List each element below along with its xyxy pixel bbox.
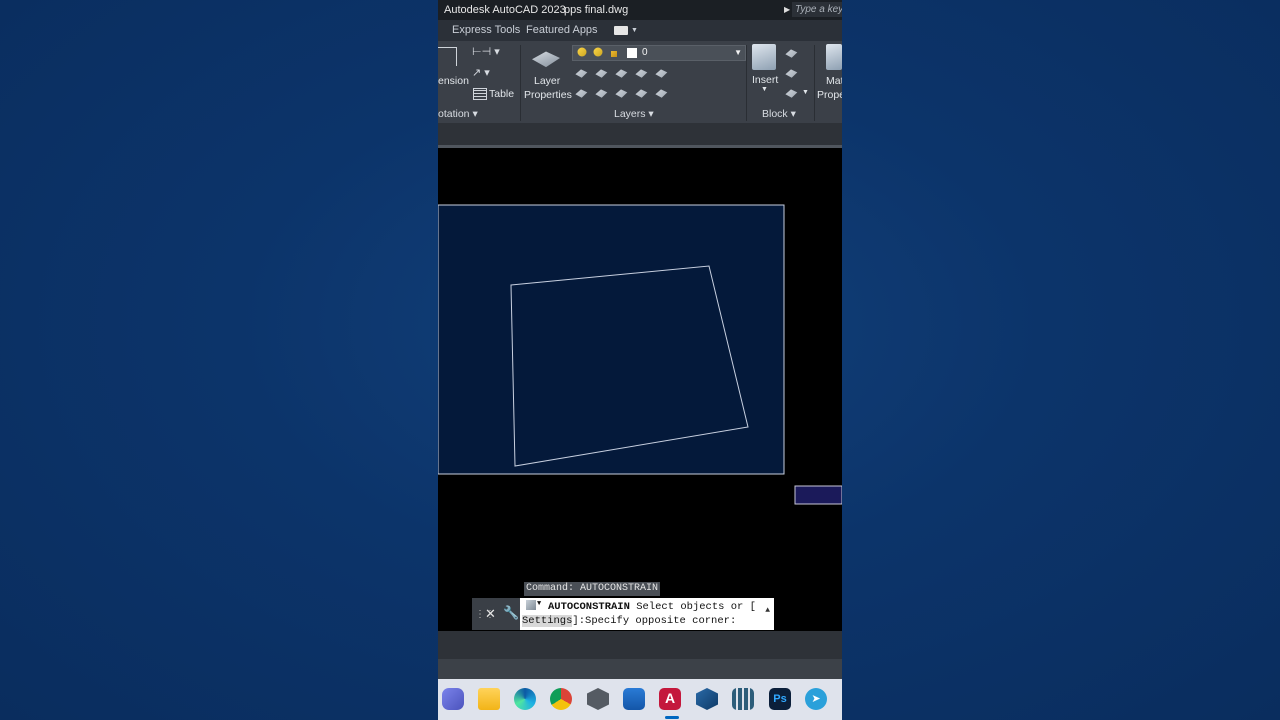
leader-icon[interactable]: ↗ ▾ xyxy=(472,66,490,79)
tab-featured-apps[interactable]: Featured Apps xyxy=(526,20,598,41)
create-block-icon[interactable] xyxy=(785,49,798,58)
panel-divider xyxy=(814,45,815,121)
close-icon[interactable]: ✕ xyxy=(485,606,496,622)
command-input[interactable]: ▼ AUTOCONSTRAIN Select objects or [ Sett… xyxy=(520,598,774,630)
annotation-footer[interactable]: otation ▾ xyxy=(438,107,478,121)
layer-tool-icon[interactable] xyxy=(635,89,648,98)
photoshop-icon[interactable]: Ps xyxy=(769,688,791,710)
current-layer-value: 0 xyxy=(642,47,648,58)
autocad-window: Autodesk AutoCAD 2023 pps final.dwg ▶ Ty… xyxy=(438,0,842,720)
layer-properties-label-1[interactable]: Layer xyxy=(534,75,560,87)
layer-tool-icon[interactable] xyxy=(655,89,668,98)
command-line-1: AUTOCONSTRAIN Select objects or [ xyxy=(548,601,756,613)
chevron-down-icon[interactable]: ▼ xyxy=(537,600,541,608)
layer-on-icon xyxy=(577,47,587,57)
workspace-toggle-icon[interactable] xyxy=(614,26,628,35)
layer-lock-icon xyxy=(611,51,617,57)
layer-properties-icon[interactable] xyxy=(532,51,560,68)
layer-tool-icon[interactable] xyxy=(575,89,588,98)
layer-tool-icon[interactable] xyxy=(595,89,608,98)
command-prompt-text: Select objects or [ xyxy=(629,601,756,613)
edit-block-icon[interactable] xyxy=(785,69,798,78)
match-properties-label-1[interactable]: Mat xyxy=(826,75,842,87)
ribbon: ension ⊢⊣ ▾ ↗ ▾ Table otation ▾ Layer Pr… xyxy=(438,41,842,123)
teams-icon[interactable] xyxy=(442,688,464,710)
match-properties-icon[interactable] xyxy=(826,44,842,70)
layer-properties-label-2[interactable]: Properties xyxy=(524,89,572,101)
status-bar xyxy=(438,659,842,679)
table-icon[interactable] xyxy=(473,88,487,100)
layer-tool-icon[interactable] xyxy=(635,69,648,78)
panel-divider xyxy=(520,45,521,121)
linear-dimension-icon[interactable]: ⊢⊣ ▾ xyxy=(472,45,500,58)
insert-label[interactable]: Insert xyxy=(752,74,778,86)
ribbon-tabs: Express Tools Featured Apps ▼ xyxy=(438,20,842,41)
drawing-area[interactable]: Command: AUTOCONSTRAIN ⋮⋮ ✕ 🔧 ▼ AUTOCONS… xyxy=(438,148,842,631)
command-prompt-icon[interactable] xyxy=(526,600,536,610)
table-label[interactable]: Table xyxy=(489,88,514,100)
wrench-icon[interactable]: 🔧 xyxy=(503,605,519,621)
command-line-2: Settings]:Specify opposite corner: xyxy=(522,615,736,627)
active-indicator xyxy=(665,716,679,719)
tooltip-box xyxy=(794,485,842,505)
layer-tool-icon[interactable] xyxy=(575,69,588,78)
file-tabs-bar xyxy=(438,123,842,145)
file-name: pps final.dwg xyxy=(564,4,629,16)
block-footer[interactable]: Block ▾ xyxy=(762,107,796,121)
autocad-icon[interactable]: A xyxy=(659,688,681,710)
layer-color-swatch xyxy=(627,48,637,58)
edge-icon[interactable] xyxy=(514,688,536,710)
insert-block-icon[interactable] xyxy=(752,44,776,70)
block-attributes-icon[interactable] xyxy=(785,89,798,98)
dimension-label[interactable]: ension xyxy=(438,75,469,87)
selection-window xyxy=(438,204,785,475)
layer-freeze-icon xyxy=(593,47,603,57)
panel-divider xyxy=(746,45,747,121)
chevron-down-icon[interactable]: ▼ xyxy=(631,20,638,41)
expand-arrow-icon[interactable]: ▶ xyxy=(784,0,790,20)
match-properties-label-2[interactable]: Prope xyxy=(817,89,842,101)
taskbar: A Ps ➤ xyxy=(438,679,842,720)
command-history: Command: AUTOCONSTRAIN xyxy=(524,582,661,596)
layout-tabs-bar xyxy=(438,631,842,659)
search-input[interactable]: Type a keyw xyxy=(792,2,842,17)
layer-dropdown[interactable]: 0 ▼ xyxy=(572,45,746,61)
sketchup-icon[interactable] xyxy=(696,688,718,710)
command-prompt-text-2: ]:Specify opposite corner: xyxy=(572,615,737,627)
grid-app-icon[interactable] xyxy=(732,688,754,710)
settings-option[interactable]: Settings xyxy=(522,615,573,627)
app-title: Autodesk AutoCAD 2023 xyxy=(444,4,566,16)
file-explorer-icon[interactable] xyxy=(478,688,500,710)
chrome-icon[interactable] xyxy=(550,688,572,710)
dimension-icon[interactable] xyxy=(438,47,457,66)
chevron-down-icon[interactable]: ▼ xyxy=(761,86,768,93)
layer-tool-icon[interactable] xyxy=(595,69,608,78)
layer-tool-icon[interactable] xyxy=(615,89,628,98)
layer-tool-icon[interactable] xyxy=(615,69,628,78)
command-line-controls: ⋮⋮ ✕ 🔧 xyxy=(472,598,520,630)
chevron-down-icon: ▼ xyxy=(734,48,742,57)
microsoft-store-icon[interactable] xyxy=(623,688,645,710)
chevron-down-icon[interactable]: ▼ xyxy=(802,89,809,96)
title-bar: Autodesk AutoCAD 2023 pps final.dwg ▶ Ty… xyxy=(438,0,842,20)
drawing-canvas[interactable] xyxy=(438,148,842,631)
tab-express-tools[interactable]: Express Tools xyxy=(452,20,520,41)
3d-app-icon[interactable] xyxy=(587,688,609,710)
layer-tool-icon[interactable] xyxy=(655,69,668,78)
telegram-icon[interactable]: ➤ xyxy=(805,688,827,710)
layers-footer[interactable]: Layers ▾ xyxy=(614,107,654,121)
command-name: AUTOCONSTRAIN xyxy=(548,601,630,613)
scroll-up-icon[interactable]: ▲ xyxy=(765,606,770,615)
